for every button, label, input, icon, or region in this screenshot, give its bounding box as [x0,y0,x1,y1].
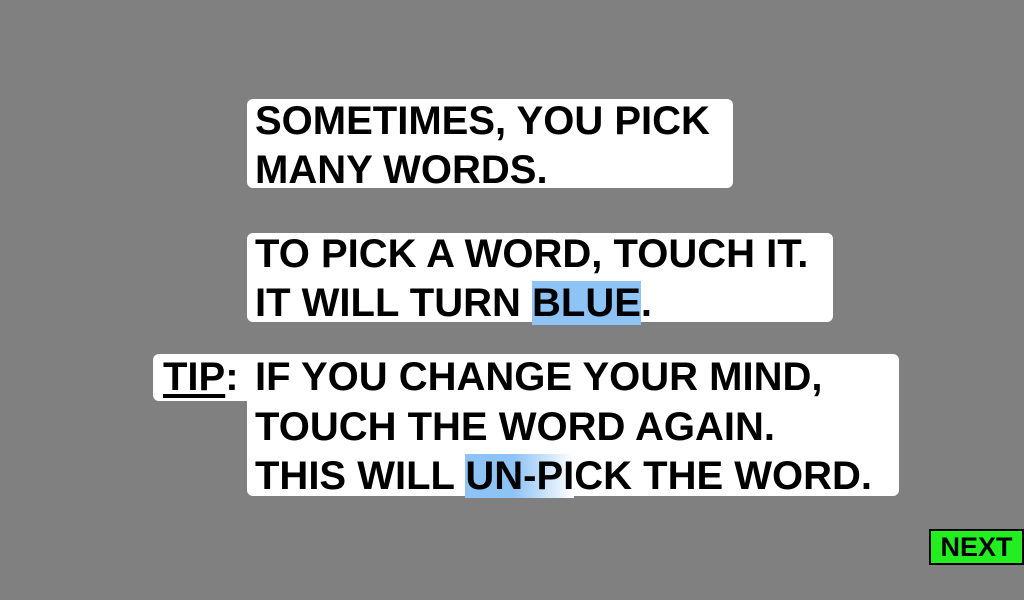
panel2-line2: IT WILL TURN BLUE. [255,281,653,325]
tip-line3-prefix: THIS WILL [255,454,466,498]
panel2-line2-suffix: . [640,281,653,325]
tip-line1: IF YOU CHANGE YOUR MIND, [255,355,823,399]
panel1-line1: SOMETIMES, YOU PICK [255,99,710,143]
panel1-line2: MANY WORDS. [255,148,548,192]
tip-line2: TOUCH THE WORD AGAIN. [255,405,775,449]
tip-line3: THIS WILL UN-PICK THE WORD. [255,454,873,498]
tip-line3-suffix: CK THE WORD. [574,454,873,498]
panel2-line1: TO PICK A WORD, TOUCH IT. [255,232,809,276]
panel2-line2-prefix: IT WILL TURN [255,281,532,325]
next-button[interactable]: NEXT [929,529,1024,565]
unpicking-word-highlight: UN-PI [465,454,575,498]
tip-heading: TIP: [163,357,239,397]
highlighted-word-blue: BLUE [532,281,641,325]
tip-colon: : [225,355,239,399]
tip-label: TIP [163,355,226,399]
